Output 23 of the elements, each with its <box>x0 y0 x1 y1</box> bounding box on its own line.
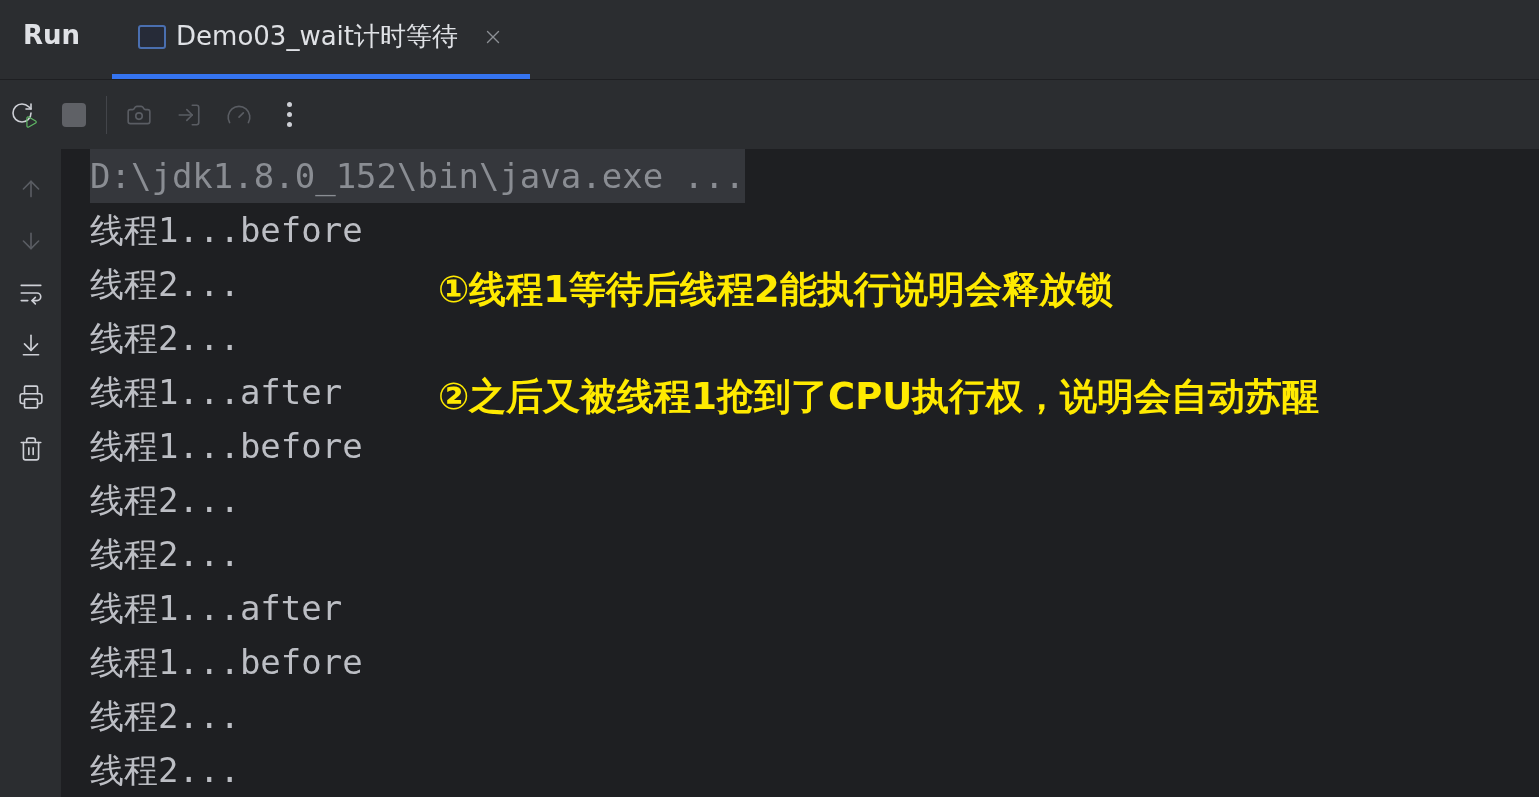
annotation-text: ①线程1等待后线程2能执行说明会释放锁 <box>438 267 1114 312</box>
print-icon <box>17 384 44 410</box>
console-line: 线程2... <box>90 695 240 738</box>
console-line: 线程2... <box>90 317 240 360</box>
tab-label: Demo03_wait计时等待 <box>176 20 458 53</box>
import-icon <box>176 101 202 128</box>
panel-title: Run <box>23 19 81 52</box>
console-line: 线程1...after <box>90 371 343 414</box>
console-line: 线程1...before <box>90 425 363 468</box>
console-line: 线程1...before <box>90 641 363 684</box>
console-icon <box>138 24 167 49</box>
console-line: 线程2... <box>90 533 240 576</box>
console-line: 线程2... <box>90 263 240 306</box>
console-line: 线程2... <box>90 749 240 792</box>
run-tab[interactable]: Demo03_wait计时等待 <box>112 0 531 79</box>
console-line: 线程1...before <box>90 209 363 252</box>
rerun-icon <box>10 100 38 129</box>
more-icon <box>286 102 292 127</box>
console-line: 线程1...after <box>90 587 343 630</box>
console-line: 线程2... <box>90 479 240 522</box>
stop-icon <box>62 102 86 127</box>
trash-icon <box>17 436 44 462</box>
annotation-text: ②之后又被线程1抢到了CPU执行权，说明会自动苏醒 <box>438 374 1320 419</box>
